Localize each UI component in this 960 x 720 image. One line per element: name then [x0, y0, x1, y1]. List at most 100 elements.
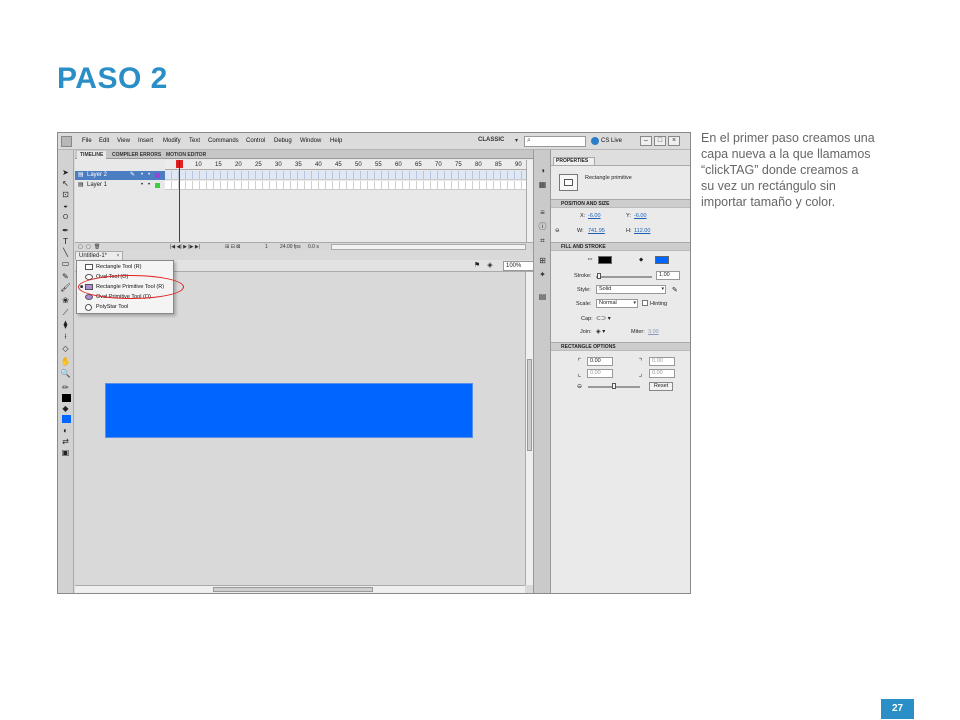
- edit-symbols-icon[interactable]: ⚑: [472, 261, 482, 270]
- corner-radius-input[interactable]: 0.00: [587, 357, 613, 366]
- scroll-thumb[interactable]: [213, 587, 373, 592]
- lasso-tool-icon[interactable]: ଠ: [60, 212, 71, 222]
- stage-hscroll[interactable]: [75, 585, 525, 593]
- zoom-tool-icon[interactable]: 🔍: [60, 369, 71, 379]
- swatches-panel-icon[interactable]: ▦: [537, 180, 548, 190]
- close-button[interactable]: ×: [668, 136, 680, 146]
- layer-frames[interactable]: [165, 171, 533, 180]
- 3d-rotation-tool-icon[interactable]: ◒: [60, 201, 71, 211]
- rectangle-tool-icon[interactable]: ▭: [60, 259, 71, 269]
- brush-tool-icon[interactable]: 🖌: [60, 283, 71, 293]
- corner-radius-input[interactable]: 0.00: [587, 369, 613, 378]
- menu-window[interactable]: Window: [300, 138, 321, 144]
- cap-select-icon[interactable]: ⊂⊃ ▾: [596, 315, 611, 322]
- playhead[interactable]: [179, 160, 180, 243]
- tab-timeline[interactable]: TIMELINE: [77, 151, 107, 159]
- delete-layer-icon[interactable]: 🗑: [94, 243, 100, 251]
- menu-file[interactable]: File: [82, 138, 92, 144]
- menu-help[interactable]: Help: [330, 138, 342, 144]
- stage[interactable]: [75, 272, 525, 585]
- maximize-button[interactable]: □: [654, 136, 666, 146]
- swap-colors-icon[interactable]: ⇄: [60, 437, 71, 447]
- minimize-button[interactable]: –: [640, 136, 652, 146]
- section-fill-stroke[interactable]: FILL AND STROKE: [551, 242, 690, 251]
- frame-ruler[interactable]: 5 10 15 20 25 30 35 40 45 50 55 60 65 70…: [165, 160, 533, 170]
- transform-panel-icon[interactable]: ⌗: [537, 236, 548, 246]
- playback-controls-icon[interactable]: |◀ ◀| ▶ |▶ ▶|: [170, 243, 200, 251]
- reset-button[interactable]: Reset: [649, 382, 673, 391]
- stroke-slider-knob[interactable]: [597, 273, 601, 279]
- timeline-hscroll[interactable]: [331, 244, 526, 250]
- y-value[interactable]: -6.00: [634, 213, 647, 219]
- menu-text[interactable]: Text: [189, 138, 200, 144]
- chevron-down-icon[interactable]: ▾: [515, 137, 518, 144]
- stroke-color-icon[interactable]: ✏: [60, 383, 71, 393]
- lock-dot-icon[interactable]: •: [148, 181, 150, 190]
- timeline-vscroll[interactable]: [526, 160, 533, 242]
- corner-slider-knob[interactable]: [612, 383, 616, 389]
- menu-debug[interactable]: Debug: [274, 138, 292, 144]
- corner-radius-input[interactable]: 0.00: [649, 369, 675, 378]
- layer-color-icon[interactable]: [155, 183, 160, 188]
- tab-compiler-errors[interactable]: COMPILER ERRORS: [109, 151, 164, 159]
- tab-properties[interactable]: PROPERTIES: [553, 157, 595, 165]
- hand-tool-icon[interactable]: ✋: [60, 357, 71, 367]
- x-value[interactable]: -6.00: [588, 213, 601, 219]
- tab-motion-editor[interactable]: MOTION EDITOR: [163, 151, 209, 159]
- text-tool-icon[interactable]: T: [60, 237, 71, 247]
- eraser-tool-icon[interactable]: ◇: [60, 344, 71, 354]
- new-layer-icon[interactable]: ▢: [78, 243, 83, 251]
- join-select-icon[interactable]: ◈ ▾: [596, 328, 605, 335]
- link-dimensions-icon[interactable]: ⊖: [555, 228, 560, 234]
- edit-scene-icon[interactable]: ◈: [485, 261, 495, 270]
- color-panel-icon[interactable]: ◑: [537, 166, 548, 176]
- menu-modify[interactable]: Modify: [163, 138, 181, 144]
- help-search-input[interactable]: ⌕: [524, 136, 586, 147]
- info-panel-icon[interactable]: ⓘ: [537, 222, 548, 232]
- section-position-size[interactable]: POSITION AND SIZE: [551, 199, 690, 208]
- corner-radius-input[interactable]: 0.00: [649, 357, 675, 366]
- menu-edit[interactable]: Edit: [99, 138, 109, 144]
- layer-frames[interactable]: [165, 181, 533, 190]
- layer-name[interactable]: Layer 2: [87, 171, 107, 180]
- stroke-input[interactable]: 1.00: [656, 271, 680, 280]
- visibility-dot-icon[interactable]: •: [141, 171, 143, 180]
- layer-name[interactable]: Layer 1: [87, 181, 107, 190]
- flyout-item-rectangle-tool[interactable]: Rectangle Tool (R): [77, 262, 173, 272]
- fill-color-chip[interactable]: [655, 256, 669, 264]
- style-select[interactable]: Solid ▾: [596, 285, 666, 294]
- library-panel-icon[interactable]: ▤: [537, 292, 548, 302]
- stage-vscroll[interactable]: [525, 272, 533, 585]
- stroke-slider[interactable]: [596, 276, 652, 278]
- edit-style-icon[interactable]: ✎: [672, 286, 678, 294]
- layer-row[interactable]: ▤ Layer 2 ✎ • •: [75, 171, 165, 180]
- menu-control[interactable]: Control: [246, 138, 265, 144]
- stroke-color-chip[interactable]: [598, 256, 612, 264]
- eyedropper-tool-icon[interactable]: ⟊: [60, 332, 71, 342]
- workspace-switcher[interactable]: CLASSIC: [478, 137, 504, 143]
- paint-bucket-tool-icon[interactable]: ⧫: [60, 320, 71, 330]
- miter-value[interactable]: 3.00: [648, 329, 659, 335]
- deco-tool-icon[interactable]: ❀: [60, 296, 71, 306]
- stroke-color-swatch[interactable]: [62, 394, 71, 402]
- layer-color-icon[interactable]: [155, 173, 160, 178]
- fill-color-icon[interactable]: ◆: [60, 404, 71, 414]
- align-panel-icon[interactable]: ≡: [537, 208, 548, 218]
- new-folder-icon[interactable]: ▢: [86, 243, 91, 251]
- pen-tool-icon[interactable]: ✒: [60, 226, 71, 236]
- black-white-icon[interactable]: ◐: [60, 426, 71, 436]
- h-value[interactable]: 112.00: [634, 228, 650, 234]
- line-tool-icon[interactable]: ╲: [60, 248, 71, 258]
- lock-corners-icon[interactable]: ⊖: [577, 383, 582, 390]
- components-panel-icon[interactable]: ⊞: [537, 256, 548, 266]
- pencil-tool-icon[interactable]: ✎: [60, 272, 71, 282]
- rectangle-primitive-shape[interactable]: [105, 383, 473, 438]
- visibility-dot-icon[interactable]: •: [141, 181, 143, 190]
- scale-select[interactable]: Normal ▾: [596, 299, 638, 308]
- section-rectangle-options[interactable]: RECTANGLE OPTIONS: [551, 342, 690, 351]
- hinting-checkbox[interactable]: [642, 300, 648, 306]
- cs-live-icon[interactable]: [591, 137, 599, 145]
- subselection-tool-icon[interactable]: ↖: [60, 179, 71, 189]
- lock-dot-icon[interactable]: •: [148, 171, 150, 180]
- menu-view[interactable]: View: [117, 138, 130, 144]
